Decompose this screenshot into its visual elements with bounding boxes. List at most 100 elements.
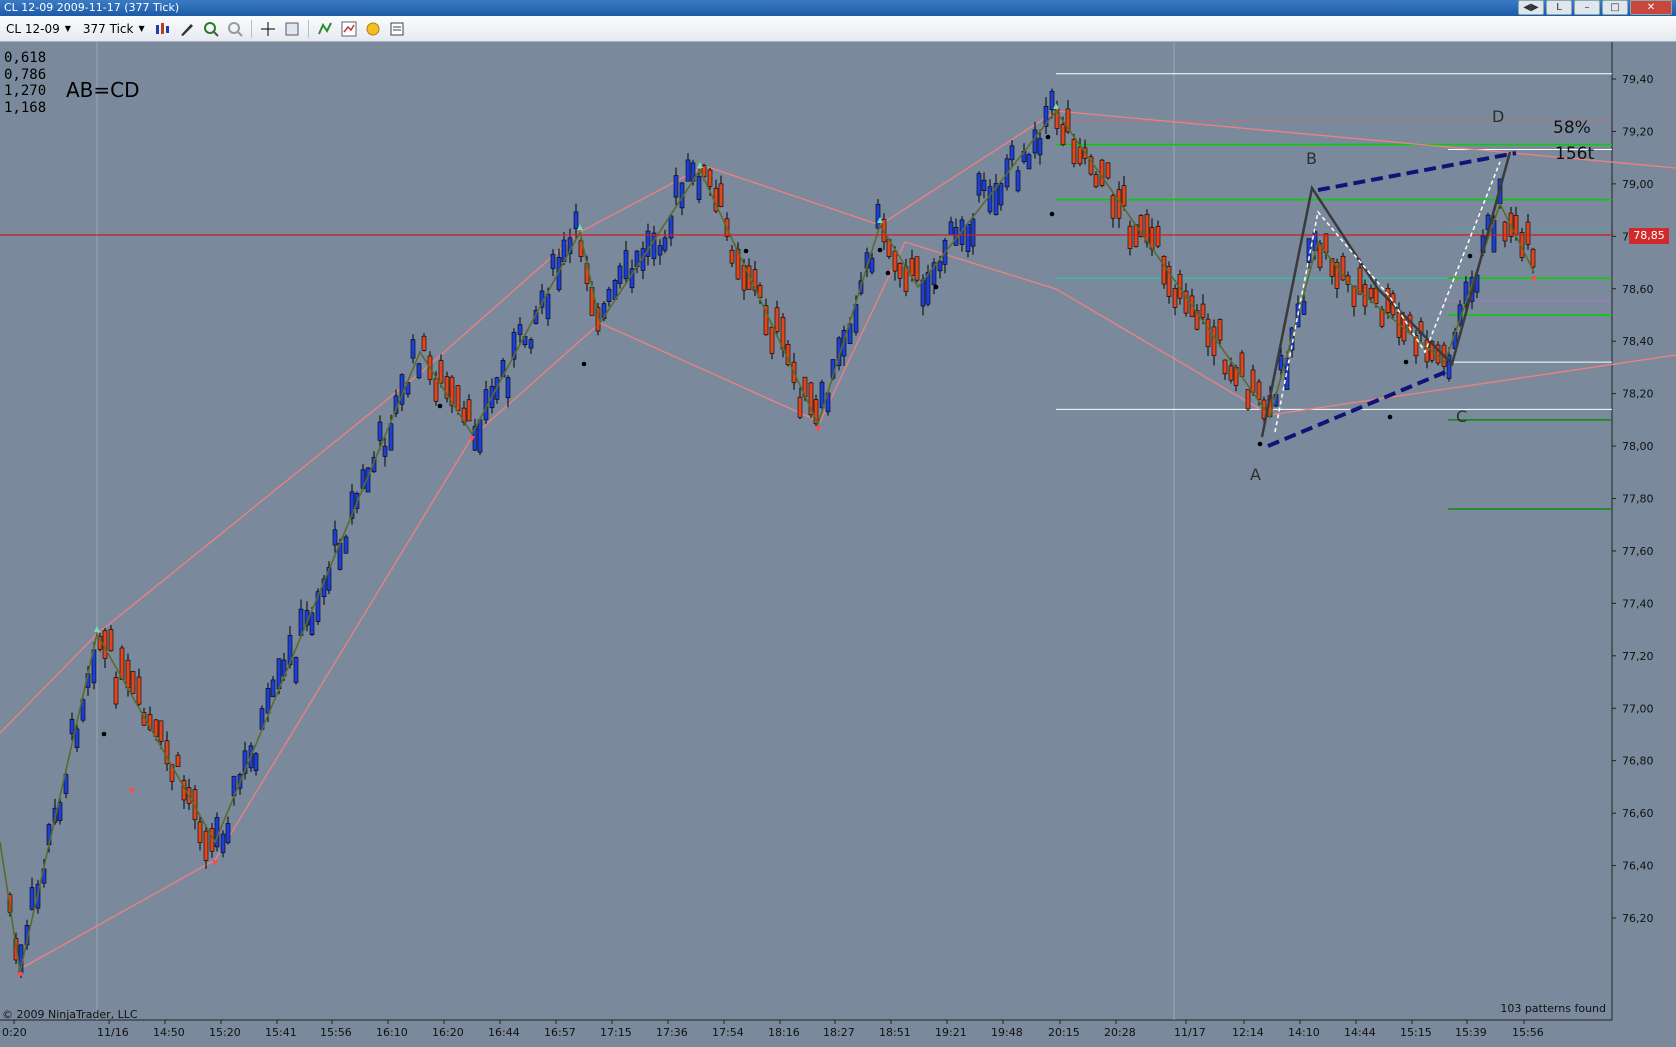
- last-price-marker: 78,85: [1629, 228, 1669, 244]
- close-button[interactable]: ✕: [1630, 0, 1672, 15]
- candle-up: [920, 279, 926, 307]
- chevron-down-icon: ▼: [64, 24, 71, 33]
- x-tick-label: 17:54: [712, 1026, 744, 1039]
- x-tick-label: 11/17: [1174, 1026, 1206, 1039]
- chart-canvas[interactable]: 79,4079,2079,0078,8078,6078,4078,2078,00…: [0, 42, 1676, 1047]
- data-box-icon[interactable]: [388, 20, 406, 38]
- price-chart[interactable]: 79,4079,2079,0078,8078,6078,4078,2078,00…: [0, 42, 1676, 1047]
- candle-up: [869, 257, 875, 273]
- window-titlebar: CL 12-09 2009-11-17 (377 Tick) ◀▶ L – □ …: [0, 0, 1676, 16]
- instrument-label: CL 12-09: [6, 21, 60, 36]
- x-tick-label: 12:14: [1232, 1026, 1264, 1039]
- candle-down: [1368, 287, 1374, 299]
- candle-down: [1105, 162, 1111, 179]
- candle-down: [1222, 359, 1228, 375]
- candle-up: [477, 419, 483, 453]
- candle-up: [69, 719, 75, 735]
- signal-dot: [581, 361, 587, 367]
- channel-line: [0, 110, 1676, 734]
- candle-up: [225, 823, 231, 844]
- candle-up: [343, 536, 349, 554]
- fib-level: 0,786: [4, 66, 47, 83]
- candle-up: [685, 159, 691, 182]
- pattern-point-b: B: [1306, 149, 1317, 168]
- pivot-low-marker: [212, 860, 218, 866]
- candle-up: [382, 445, 388, 457]
- x-tick-label: 14:44: [1344, 1026, 1376, 1039]
- candle-up: [998, 183, 1004, 206]
- candle-down: [909, 258, 915, 277]
- candle-down: [197, 821, 203, 843]
- candle-down: [125, 659, 131, 689]
- signal-dot: [1403, 359, 1409, 365]
- strategies-icon[interactable]: [316, 20, 334, 38]
- zoom-out-icon[interactable]: [226, 20, 244, 38]
- fib-level: 1,168: [4, 99, 47, 116]
- pivot-low-marker: [815, 426, 821, 432]
- x-tick-label: 14:10: [1288, 1026, 1320, 1039]
- chevron-down-icon: ▼: [138, 24, 145, 33]
- candle-up: [377, 421, 383, 441]
- candle-up: [220, 833, 226, 854]
- candle-down: [455, 385, 461, 411]
- candle-up: [517, 324, 523, 335]
- y-tick-label: 77,60: [1622, 545, 1654, 558]
- y-tick-label: 79,40: [1622, 73, 1654, 86]
- link-letter-button[interactable]: L: [1546, 0, 1572, 15]
- candle-down: [797, 396, 803, 418]
- y-tick-label: 76,20: [1622, 912, 1654, 925]
- y-tick-label: 78,40: [1622, 335, 1654, 348]
- candle-down: [1071, 139, 1077, 165]
- y-tick-label: 77,80: [1622, 493, 1654, 506]
- interval-selector[interactable]: 377 Tick ▼: [77, 18, 151, 39]
- signal-dot: [437, 403, 443, 409]
- candle-up: [1015, 170, 1021, 192]
- candle-up: [673, 175, 679, 198]
- fib-level: 1,270: [4, 83, 47, 99]
- signal-dot: [1387, 414, 1393, 420]
- candle-down: [1110, 195, 1116, 219]
- crosshair-icon[interactable]: [259, 20, 277, 38]
- signal-dot: [877, 247, 883, 253]
- candle-up: [545, 293, 551, 320]
- candle-up: [1026, 154, 1032, 170]
- candle-down: [1245, 389, 1251, 410]
- minimize-button[interactable]: –: [1574, 0, 1600, 15]
- x-tick-label: 15:15: [1400, 1026, 1432, 1039]
- candle-down: [1250, 369, 1256, 393]
- candle-up: [505, 377, 511, 399]
- x-tick-label: 15:56: [320, 1026, 352, 1039]
- candle-down: [1373, 287, 1379, 304]
- pattern-dashed-line: [1317, 151, 1517, 192]
- indicators-icon[interactable]: [340, 20, 358, 38]
- fib-level: 0,618: [4, 50, 47, 66]
- x-tick-label: 0:20: [2, 1026, 27, 1039]
- x-tick-label: 15:56: [1512, 1026, 1544, 1039]
- candle-down: [892, 250, 898, 272]
- pattern-point-a: A: [1250, 465, 1261, 484]
- signal-dot: [885, 270, 891, 276]
- candle-down: [1121, 185, 1127, 207]
- candle-up: [948, 221, 954, 236]
- bar-type-icon[interactable]: [154, 20, 172, 38]
- candle-down: [108, 629, 114, 652]
- drawing-tool-icon[interactable]: [178, 20, 196, 38]
- pattern-point-d: D: [1492, 107, 1504, 126]
- zoom-in-icon[interactable]: [202, 20, 220, 38]
- y-tick-label: 78,20: [1622, 388, 1654, 401]
- link-buttons[interactable]: ◀▶: [1518, 0, 1544, 15]
- x-tick-label: 15:41: [265, 1026, 297, 1039]
- coin-icon[interactable]: [364, 20, 382, 38]
- properties-icon[interactable]: [283, 20, 301, 38]
- candle-up: [819, 381, 825, 409]
- candle-down: [113, 677, 119, 705]
- x-tick-label: 15:39: [1455, 1026, 1487, 1039]
- pivot-low-marker: [17, 972, 23, 978]
- pivot-high-marker: [94, 626, 100, 632]
- candle-up: [573, 211, 579, 230]
- maximize-button[interactable]: □: [1602, 0, 1628, 15]
- candle-up: [987, 186, 993, 213]
- instrument-selector[interactable]: CL 12-09 ▼: [0, 18, 77, 39]
- candle-up: [965, 223, 971, 252]
- y-tick-label: 76,40: [1622, 860, 1654, 873]
